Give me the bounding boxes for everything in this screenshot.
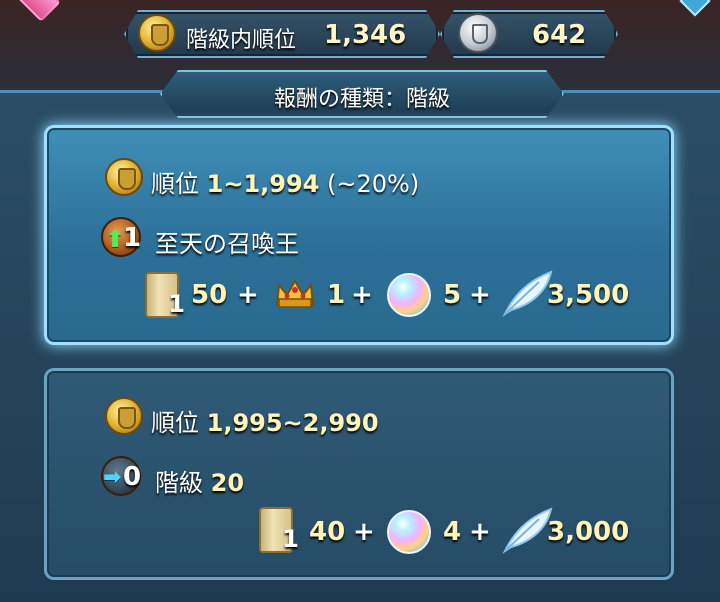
reward-value: 5: [443, 280, 462, 310]
crown-icon: [275, 278, 315, 308]
tier-label: 階級: [155, 469, 203, 497]
gold-medal-icon: [105, 397, 143, 435]
orb-icon: [387, 510, 431, 554]
plus-sign: +: [237, 280, 259, 310]
scroll-count: 1: [168, 290, 185, 318]
silver-badge-icon: [458, 13, 498, 53]
rank-range: 1~1,994: [206, 170, 320, 198]
plus-sign: +: [469, 280, 491, 310]
reward-value: 3,000: [547, 517, 630, 547]
arrow-right-icon: ➡: [103, 465, 122, 490]
scroll-count: 1: [282, 525, 299, 553]
tier-title: 至天の召喚王: [155, 230, 299, 258]
tier-rank-pill: 階級内順位 1,346: [124, 10, 440, 58]
reward-type-header: 報酬の種類：階級: [160, 70, 564, 118]
reward-card-2[interactable]: 順位 1,995~2,990 ➡ 0 階級 20 1 40 + 4 + 3,00…: [44, 368, 674, 580]
tier-rank-label: 階級内順位: [186, 28, 297, 53]
tier-line: 階級 20: [155, 463, 244, 498]
reward-value: 3,500: [547, 280, 630, 310]
rank-line: 順位 1,995~2,990: [151, 403, 379, 438]
gold-medal-icon: [105, 158, 143, 196]
tier-up-badge: ⬆ 1: [101, 217, 141, 257]
plus-sign: +: [353, 517, 375, 547]
plus-sign: +: [469, 517, 491, 547]
reward-type-title: 報酬の種類：階級: [273, 87, 450, 112]
gold-medal-icon: [138, 14, 176, 52]
tier-change-number: 0: [123, 462, 142, 492]
rank-percent: (~20%): [327, 170, 420, 198]
rank-range: 1,995~2,990: [206, 409, 379, 437]
reward-value: 50: [191, 280, 228, 310]
score-value: 642: [532, 20, 587, 50]
scroll-icon: 1: [145, 272, 185, 318]
rank-label: 順位: [151, 170, 199, 198]
rank-line: 順位 1~1,994 (~20%): [151, 164, 419, 199]
tier-change-number: 1: [123, 223, 142, 253]
orb-icon: [387, 273, 431, 317]
scroll-icon: 1: [259, 507, 299, 553]
reward-value: 4: [443, 517, 462, 547]
reward-value: 40: [309, 517, 346, 547]
rank-label: 順位: [151, 409, 199, 437]
tier-rank-value: 1,346: [324, 20, 407, 50]
tier-value: 20: [210, 469, 245, 497]
plus-sign: +: [351, 280, 373, 310]
tier-keep-badge: ➡ 0: [101, 456, 141, 496]
reward-value: 1: [327, 280, 346, 310]
reward-card-1[interactable]: 順位 1~1,994 (~20%) ⬆ 1 至天の召喚王 1 50 + 1 + …: [44, 125, 674, 345]
score-pill: 642: [440, 10, 618, 58]
